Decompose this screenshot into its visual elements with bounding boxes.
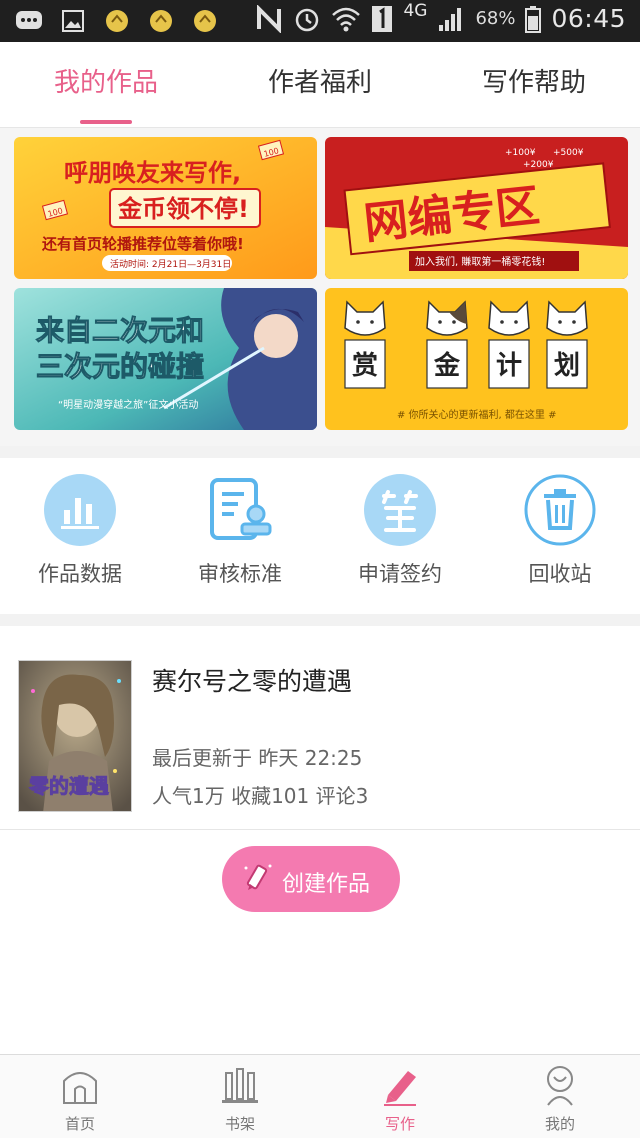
bookshelf-icon [222,1068,258,1103]
tab-author-benefits[interactable]: 作者福利 [220,42,420,128]
banner-anime-title2: 三次元的碰撞 [36,350,204,383]
banner-invite-line1: 呼朋唤友来写作, [64,159,241,187]
banner-anime-title1: 来自二次元和 [36,314,204,347]
banner-grid: 呼朋唤友来写作, 金币领不停! 还有首页轮播推荐位等着你哦! 活动时间: 2月2… [0,128,640,446]
image-icon [58,6,88,36]
action-apply-contract-label: 申请签约 [358,562,442,586]
action-recycle-bin-label: 回收站 [528,562,592,586]
home-icon [63,1072,97,1104]
active-tab-indicator [80,120,132,124]
notification-icons [14,6,220,36]
create-work-button[interactable]: 创建作品 [222,846,400,912]
battery-level: 68% [475,8,516,29]
action-works-data[interactable]: 作品数据 [0,458,160,614]
app-notification-icon [190,6,220,36]
banner-editor-zone[interactable]: 网编专区 加入我们, 賺取第一桶零花钱! +100¥ +500¥ +200¥ [325,137,628,279]
tab-my-works[interactable]: 我的作品 [6,42,206,128]
system-icons: 4G 68% 06:45 [255,0,626,33]
work-list-item[interactable]: 零的遭遇 赛尔号之零的遭遇 最后更新于 昨天 22:25 人气1万 收藏101 … [0,626,640,830]
create-work-label: 创建作品 [282,872,371,897]
action-apply-contract[interactable]: 申请签约 [320,458,480,614]
section-divider [0,614,640,626]
banner-invite-line2: 金币领不停! [117,195,249,223]
book-cover-image[interactable]: 零的遭遇 [18,660,132,812]
banner-anime-subtitle: “明星动漫穿越之旅”征文小活动 [58,398,198,411]
top-tab-bar: 我的作品 作者福利 写作帮助 [0,42,640,128]
app-notification-icon [102,6,132,36]
action-recycle-bin[interactable]: 回收站 [480,458,640,614]
battery-icon [525,5,542,33]
nav-home-label: 首页 [64,1115,95,1133]
nav-bookshelf[interactable]: 书架 [160,1055,320,1138]
action-review-standards-label: 审核标准 [198,562,282,586]
nav-write-label: 写作 [384,1115,415,1133]
banner-bounty-subtitle: # 你所关心的更新福利, 都在这里 # [397,408,556,421]
quick-actions: 作品数据 审核标准 申请签约 回收站 [0,458,640,614]
banner-editor-subtitle: 加入我们, 賺取第一桶零花钱! [415,255,545,268]
signal-icon [439,7,462,31]
cat-mascot-icon: 金 [426,300,468,389]
nav-write[interactable]: 写作 [320,1055,480,1138]
banner-invite-date: 活动时间: 2月21日—3月31日 [110,258,231,270]
clock: 06:45 [551,4,626,33]
banner-invite-line3: 还有首页轮播推荐位等着你哦! [41,235,244,253]
nav-home[interactable]: 首页 [0,1055,160,1138]
bottom-navigation: 首页 书架 写作 我的 [0,1054,640,1138]
sign-contract-icon [364,474,436,546]
bounty-character: 计 [496,351,522,381]
nav-profile[interactable]: 我的 [480,1055,640,1138]
sim-icon [372,5,393,32]
action-review-standards[interactable]: 审核标准 [160,458,320,614]
review-document-icon [210,478,272,540]
bounty-character: 赏 [352,351,378,381]
trash-icon [524,474,596,546]
action-works-data-label: 作品数据 [38,562,122,586]
banner-editor-deco: +200¥ [523,160,554,170]
cat-mascot-icon: 赏 [344,300,386,389]
cover-title: 零的遭遇 [28,774,109,798]
pencil-icon [244,864,272,890]
profile-icon [547,1066,573,1106]
bounty-character: 金 [433,350,461,381]
alarm-icon [296,8,319,31]
nfc-icon [257,4,282,33]
wifi-icon [332,7,361,31]
tab-writing-help[interactable]: 写作帮助 [434,42,634,128]
message-icon [14,6,44,36]
banner-editor-deco: +500¥ [553,148,584,158]
section-divider [0,446,640,458]
work-last-updated: 最后更新于 昨天 22:25 [152,746,363,770]
banner-invite-friends[interactable]: 呼朋唤友来写作, 金币领不停! 还有首页轮播推荐位等着你哦! 活动时间: 2月2… [14,137,317,279]
app-notification-icon [146,6,176,36]
cat-mascot-icon: 计 [488,300,530,389]
network-type: 4G [403,0,428,21]
status-bar: 4G 68% 06:45 [0,0,640,42]
bar-chart-icon [44,474,116,546]
banner-anime-contest[interactable]: 来自二次元和 三次元的碰撞 “明星动漫穿越之旅”征文小活动 [14,288,317,430]
work-title[interactable]: 赛尔号之零的遭遇 [152,662,352,698]
nav-profile-label: 我的 [544,1115,575,1133]
pen-icon [384,1071,416,1106]
cat-mascot-icon: 划 [546,300,588,389]
work-stats: 人气1万 收藏101 评论3 [152,784,369,808]
banner-bounty-plan[interactable]: 赏 金 计 划 # 你所关心的更新福利, 都在这里 # [325,288,628,430]
banner-editor-deco: +100¥ [505,148,536,158]
nav-bookshelf-label: 书架 [224,1115,255,1133]
bounty-character: 划 [554,351,580,381]
